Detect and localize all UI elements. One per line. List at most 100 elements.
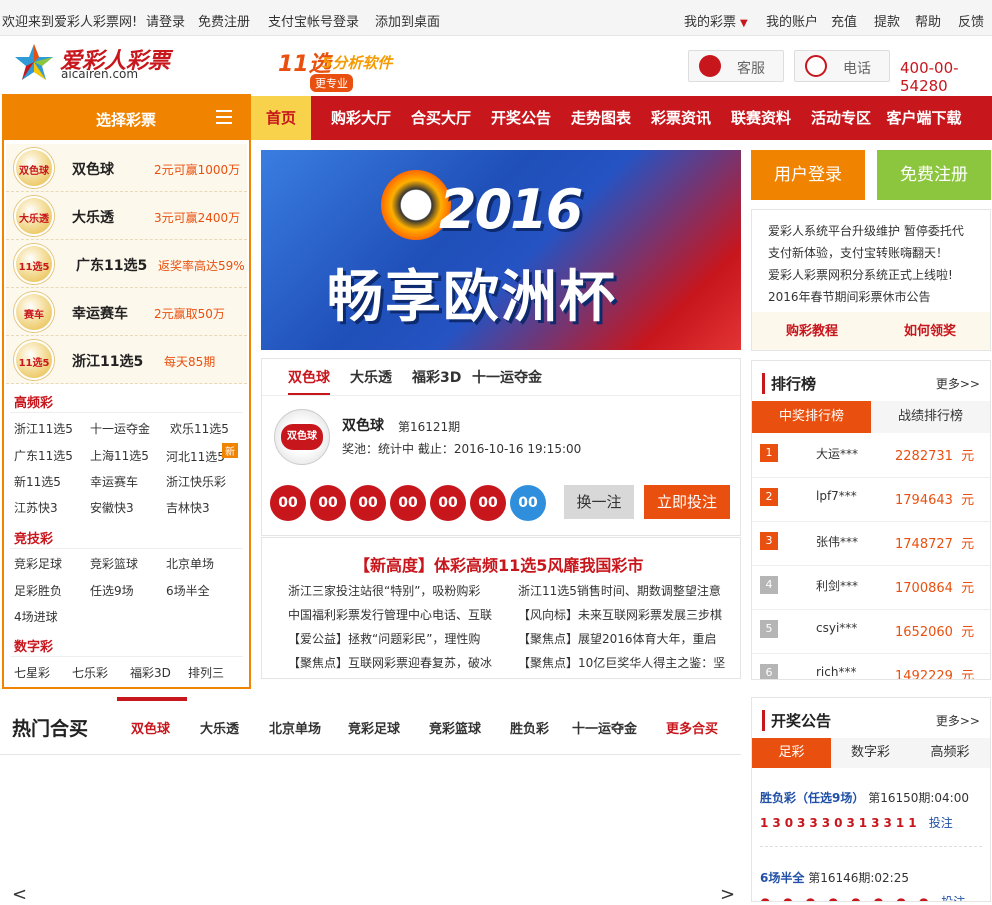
sidebar-link[interactable]: 浙江快乐彩 xyxy=(166,473,226,490)
hot-tab-jczq[interactable]: 竞彩足球 xyxy=(348,718,400,737)
news-item[interactable]: 浙江11选5销售时间、期数调整望注意 xyxy=(518,582,728,599)
customer-service-button[interactable]: 客服 xyxy=(688,50,784,82)
result-name[interactable]: 6场半全 xyxy=(760,871,804,885)
sidebar-link[interactable]: 浙江11选5 xyxy=(14,420,73,437)
news-item[interactable]: 中国福利彩票发行管理中心电话、互联 xyxy=(288,606,498,623)
sidebar-link[interactable]: 江苏快3 xyxy=(14,499,58,516)
tab-high-freq[interactable]: 高频彩 xyxy=(910,738,990,768)
sidebar-lottery-racing[interactable]: 赛车 幸运赛车 2元赢取50万 xyxy=(6,288,247,336)
news-item[interactable]: 【风向标】未来互联网彩票发展三步棋 xyxy=(518,606,728,623)
notice-item[interactable]: 爱彩人彩票网积分系统正式上线啦! xyxy=(768,266,953,283)
sidebar-link[interactable]: 广东11选5 xyxy=(14,447,73,464)
login-link[interactable]: 请登录 xyxy=(146,11,185,30)
feedback-link[interactable]: 反馈 xyxy=(958,11,984,30)
result-bet-link[interactable]: 投注 xyxy=(929,816,953,830)
result-name[interactable]: 胜负彩（任选9场） xyxy=(760,791,864,805)
notice-item[interactable]: 爱彩人系统平台升级维护 暂停委托代 xyxy=(768,222,964,239)
rank-amount-value: 1700864 xyxy=(895,581,953,596)
nav-draw-notice[interactable]: 开奖公告 xyxy=(483,96,559,140)
tab-football[interactable]: 足彩 xyxy=(752,738,831,768)
news-item[interactable]: 【聚焦点】互联网彩票迎春复苏，破冰 xyxy=(288,654,498,671)
hot-tab-bjdc[interactable]: 北京单场 xyxy=(269,718,321,737)
result-bet-link[interactable]: 投注 xyxy=(941,895,965,901)
my-lottery-menu[interactable]: 我的彩票 ▼ xyxy=(684,11,748,30)
alipay-login-link[interactable]: 支付宝帐号登录 xyxy=(268,11,359,30)
sidebar-link[interactable]: 七星彩 xyxy=(14,664,50,681)
sidebar-link[interactable]: 排列三 xyxy=(188,664,224,681)
tab-3d[interactable]: 福彩3D xyxy=(412,367,461,387)
news-item[interactable]: 浙江三家投注站很“特别”，吸粉购彩 xyxy=(288,582,498,599)
ssq-logo-icon: 双色球 xyxy=(274,409,330,465)
register-link[interactable]: 免费注册 xyxy=(198,11,250,30)
news-item[interactable]: 【爱公益】拯救“问题彩民”，理性购 xyxy=(288,630,498,647)
sidebar-lottery-zj115[interactable]: 11选5 浙江11选5 每天85期 xyxy=(6,336,247,384)
sidebar-link[interactable]: 吉林快3 xyxy=(166,499,210,516)
sidebar-lottery-gd115[interactable]: 11选5 广东11选5 返奖率高达59% xyxy=(6,240,247,288)
nav-trend-chart[interactable]: 走势图表 xyxy=(563,96,639,140)
hot-tab-ssq[interactable]: 双色球 xyxy=(131,718,170,737)
phone-button[interactable]: 电话 xyxy=(794,50,890,82)
sidebar-lottery-dlt[interactable]: 大乐透 大乐透 3元可赢2400万 xyxy=(6,192,247,240)
claim-prize-link[interactable]: 如何领奖 xyxy=(904,320,956,339)
tab-ssq[interactable]: 双色球 xyxy=(288,367,330,395)
tab-digit[interactable]: 数字彩 xyxy=(831,738,910,768)
sidebar-link[interactable]: 竞彩篮球 xyxy=(90,555,138,572)
sidebar-link[interactable]: 七乐彩 xyxy=(72,664,108,681)
withdraw-link[interactable]: 提款 xyxy=(874,11,900,30)
hot-tab-11yun[interactable]: 十一运夺金 xyxy=(572,718,637,737)
sidebar-link[interactable]: 任选9场 xyxy=(90,582,134,599)
hero-banner[interactable]: 2016 畅享欧洲杯 xyxy=(261,150,741,350)
logo-star-icon[interactable] xyxy=(14,42,54,84)
nav-buy-hall[interactable]: 购彩大厅 xyxy=(323,96,399,140)
bet-now-button[interactable]: 立即投注 xyxy=(644,485,730,519)
nav-activities[interactable]: 活动专区 xyxy=(803,96,879,140)
tab-11yun[interactable]: 十一运夺金 xyxy=(472,367,542,387)
add-desktop-link[interactable]: 添加到桌面 xyxy=(375,11,440,30)
notice-item[interactable]: 支付新体验，支付宝转账嗨翻天！ xyxy=(768,244,948,261)
sidebar-link[interactable]: 欢乐11选5 xyxy=(170,420,229,437)
results-more-link[interactable]: 更多>> xyxy=(936,712,980,729)
sidebar-link[interactable]: 足彩胜负 xyxy=(14,582,62,599)
hot-tab-jclq[interactable]: 竞彩篮球 xyxy=(429,718,481,737)
sidebar-link[interactable]: 北京单场 xyxy=(166,555,214,572)
hot-tab-dlt[interactable]: 大乐透 xyxy=(200,718,239,737)
ranking-more-link[interactable]: 更多>> xyxy=(936,375,980,392)
sidebar-link[interactable]: 4场进球 xyxy=(14,608,58,625)
notice-item[interactable]: 2016年春节期间彩票休市公告 xyxy=(768,288,931,305)
ad-banner[interactable]: 11选 5分析软件 更专业 xyxy=(268,42,448,94)
free-register-button[interactable]: 免费注册 xyxy=(877,150,991,200)
random-pick-button[interactable]: 换一注 xyxy=(564,485,634,519)
tab-win-ranking[interactable]: 中奖排行榜 xyxy=(752,401,871,433)
tab-record-ranking[interactable]: 战绩排行榜 xyxy=(871,401,990,433)
tab-dlt[interactable]: 大乐透 xyxy=(350,367,392,387)
nav-news[interactable]: 彩票资讯 xyxy=(643,96,719,140)
my-account-link[interactable]: 我的账户 xyxy=(766,11,818,30)
sidebar-link[interactable]: 河北11选5 xyxy=(166,448,225,465)
user-login-button[interactable]: 用户登录 xyxy=(751,150,865,200)
sidebar-link[interactable]: 安徽快3 xyxy=(90,499,134,516)
nav-group-buy[interactable]: 合买大厅 xyxy=(403,96,479,140)
sidebar-link[interactable]: 6场半全 xyxy=(166,582,210,599)
sidebar-link[interactable]: 新11选5 xyxy=(14,473,61,490)
sidebar-link[interactable]: 上海11选5 xyxy=(90,447,149,464)
help-link[interactable]: 帮助 xyxy=(915,11,941,30)
sidebar-link[interactable]: 福彩3D xyxy=(130,664,171,681)
ad-title-b: 5分析软件 xyxy=(322,54,393,72)
news-headline[interactable]: 【新高度】体彩高频11选5风靡我国彩市 xyxy=(354,552,643,576)
sidebar-lottery-ssq[interactable]: 双色球 双色球 2元可赢1000万 xyxy=(6,144,247,192)
zj115-logo-text: 11选5 xyxy=(18,358,50,369)
sidebar-header[interactable]: 选择彩票 xyxy=(4,96,249,140)
nav-home[interactable]: 首页 xyxy=(251,96,311,140)
red-ball: 00 xyxy=(310,485,346,521)
sidebar-link[interactable]: 竞彩足球 xyxy=(14,555,62,572)
hot-more-link[interactable]: 更多合买 xyxy=(666,718,718,737)
nav-client-download[interactable]: 客户端下载 xyxy=(881,96,967,140)
sidebar-link[interactable]: 十一运夺金 xyxy=(90,420,150,437)
hot-tab-sfc[interactable]: 胜负彩 xyxy=(510,718,549,737)
tutorial-link[interactable]: 购彩教程 xyxy=(786,320,838,339)
nav-league-data[interactable]: 联赛资料 xyxy=(723,96,799,140)
news-item[interactable]: 【聚焦点】展望2016体育大年，重启 xyxy=(518,630,728,647)
sidebar-link[interactable]: 幸运赛车 xyxy=(90,473,138,490)
news-item[interactable]: 【聚焦点】10亿巨奖华人得主之鉴：坚 xyxy=(518,654,728,671)
recharge-link[interactable]: 充值 xyxy=(831,11,857,30)
